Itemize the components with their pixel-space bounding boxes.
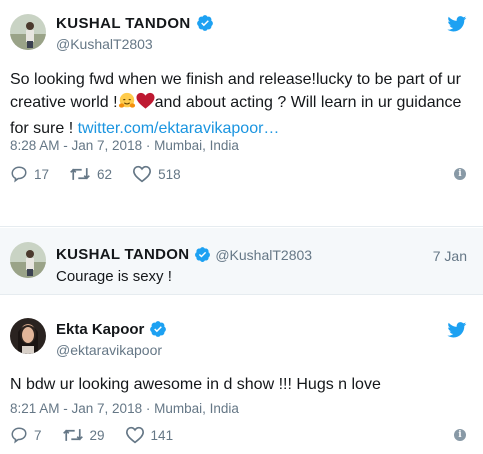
retweet-button[interactable]: 29: [62, 426, 105, 444]
display-name[interactable]: KUSHAL TANDON: [56, 14, 214, 32]
like-count: 518: [158, 166, 181, 182]
retweet-icon: [62, 429, 83, 441]
tweet-card-kushal: KUSHAL TANDON @KushalT2803 So looking fw…: [0, 0, 483, 200]
tweet-text: N bdw ur looking awesome in d show !!! H…: [10, 376, 381, 393]
divider: [0, 226, 483, 227]
tweet-actions: 17 62 518: [10, 165, 201, 183]
avatar[interactable]: [10, 242, 46, 278]
tweet-actions: 7 29 141: [10, 426, 193, 444]
avatar[interactable]: [10, 14, 46, 50]
verified-badge-icon: [196, 14, 214, 32]
retweet-icon: [70, 168, 90, 180]
reply-button[interactable]: 17: [10, 165, 49, 183]
username-handle[interactable]: @KushalT2803: [215, 247, 312, 263]
verified-badge-icon: [149, 320, 167, 338]
like-button[interactable]: 518: [132, 165, 181, 183]
display-name[interactable]: Ekta Kapoor: [56, 320, 167, 338]
like-icon: [125, 426, 144, 444]
retweet-button[interactable]: 62: [69, 165, 112, 183]
username-handle[interactable]: @ektaravikapoor: [56, 342, 162, 358]
tweet-card-ekta: Ekta Kapoor @ektaravikapoor N bdw ur loo…: [0, 300, 483, 454]
reply-count: 17: [34, 166, 50, 182]
tweet-link[interactable]: twitter.com/ektaravikapoor…: [78, 120, 280, 137]
quoted-tweet[interactable]: KUSHAL TANDON @KushalT2803 7 Jan Courage…: [0, 228, 483, 294]
quoted-date[interactable]: 7 Jan: [433, 248, 467, 264]
retweet-count: 29: [89, 427, 105, 443]
reply-count: 7: [34, 427, 42, 443]
like-icon: [133, 165, 152, 183]
tweet-timestamp[interactable]: 8:21 AM - Jan 7, 2018 · Mumbai, India: [10, 401, 239, 416]
twitter-bird-icon[interactable]: [447, 16, 467, 32]
username-handle[interactable]: @KushalT2803: [56, 36, 153, 52]
display-name-text[interactable]: Ekta Kapoor: [56, 321, 144, 338]
quoted-header: KUSHAL TANDON @KushalT2803: [56, 246, 312, 263]
display-name-text[interactable]: KUSHAL TANDON: [56, 15, 191, 32]
twitter-bird-icon[interactable]: [447, 322, 467, 338]
tweet-text: So looking fwd when we finish and releas…: [10, 68, 475, 140]
info-icon[interactable]: i: [454, 168, 466, 180]
reply-icon: [11, 427, 27, 444]
reply-button[interactable]: 7: [10, 426, 42, 444]
like-count: 141: [150, 427, 174, 443]
info-icon[interactable]: i: [454, 429, 466, 441]
divider: [0, 294, 483, 295]
hugging-face-emoji: [118, 92, 136, 117]
verified-badge-icon: [194, 246, 211, 263]
reply-icon: [11, 166, 27, 183]
tweet-timestamp[interactable]: 8:28 AM - Jan 7, 2018 · Mumbai, India: [10, 138, 239, 153]
avatar[interactable]: [10, 318, 46, 354]
section-gap: [0, 200, 483, 228]
quoted-text: Courage is sexy !: [56, 268, 172, 285]
retweet-count: 62: [97, 166, 113, 182]
display-name[interactable]: KUSHAL TANDON: [56, 246, 189, 263]
red-heart-emoji: [136, 92, 155, 117]
like-button[interactable]: 141: [125, 426, 174, 444]
